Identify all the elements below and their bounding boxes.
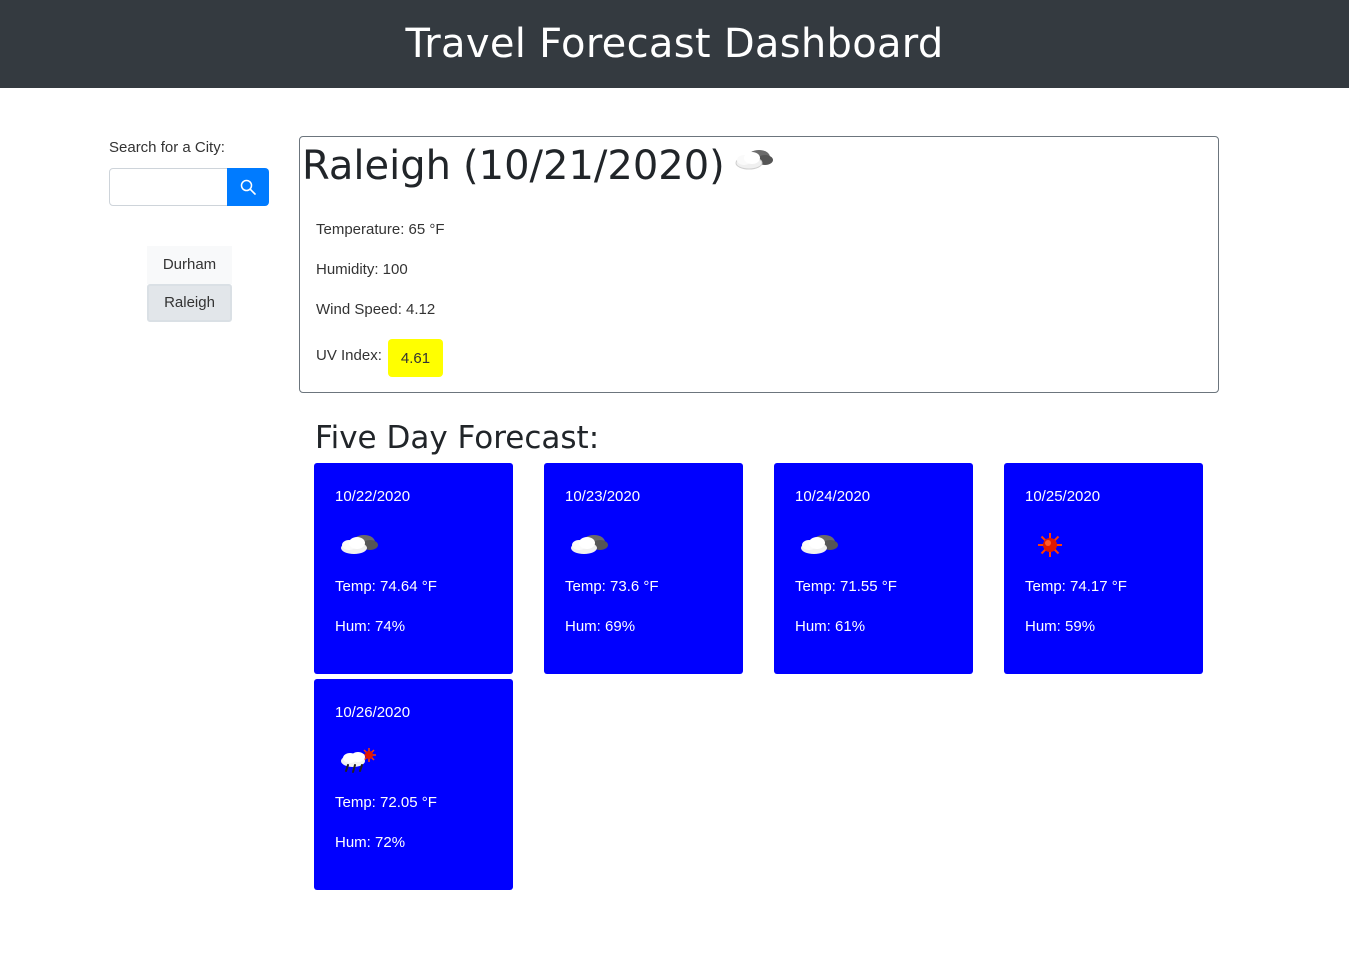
current-weather-panel: Raleigh (10/21/2020) Temperature: 65 °F … — [299, 136, 1219, 393]
forecast-card: 10/23/2020 Temp: 73.6 °F Hum: 69% — [544, 463, 743, 674]
search-icon — [240, 179, 256, 195]
current-city-name: Raleigh — [302, 143, 452, 189]
forecast-card: 10/25/2020 Temp: 74.17 °F Hum: 59% — [1004, 463, 1203, 674]
search-history-list: Durham Raleigh — [147, 246, 232, 322]
forecast-date: 10/23/2020 — [565, 488, 641, 505]
search-button[interactable] — [227, 168, 269, 206]
forecast-temp: Temp: 74.64 °F — [335, 578, 437, 595]
forecast-temp: Temp: 71.55 °F — [795, 578, 897, 595]
current-temperature: Temperature: 65 °F — [316, 221, 445, 238]
forecast-humidity: Hum: 74% — [335, 618, 406, 635]
header-bar: Travel Forecast Dashboard — [0, 0, 1349, 88]
cloudy-icon — [571, 535, 608, 554]
forecast-temp: Temp: 74.17 °F — [1025, 578, 1127, 595]
forecast-card: 10/24/2020 Temp: 71.55 °F Hum: 61% — [774, 463, 973, 674]
forecast-date: 10/22/2020 — [335, 488, 411, 505]
forecast-date: 10/25/2020 — [1025, 488, 1101, 505]
uv-index-label: UV Index: — [316, 347, 382, 364]
forecast-date: 10/26/2020 — [335, 704, 411, 721]
forecast-temp: Temp: 72.05 °F — [335, 794, 437, 811]
cloudy-icon — [735, 150, 773, 170]
page-title: Travel Forecast Dashboard — [405, 21, 944, 67]
forecast-humidity: Hum: 61% — [795, 618, 866, 635]
sun-icon — [1038, 533, 1062, 557]
current-wind-speed: Wind Speed: 4.12 — [316, 301, 436, 318]
forecast-date: 10/24/2020 — [795, 488, 871, 505]
cloudy-icon — [341, 535, 378, 554]
history-item-durham[interactable]: Durham — [147, 246, 232, 284]
forecast-humidity: Hum: 59% — [1025, 618, 1096, 635]
search-input[interactable] — [109, 168, 228, 206]
current-weather-title: Raleigh (10/21/2020) — [302, 143, 775, 189]
current-date: (10/21/2020) — [463, 143, 725, 189]
forecast-card: 10/22/2020 Temp: 74.64 °F Hum: 74% — [314, 463, 513, 674]
current-humidity: Humidity: 100 — [316, 261, 408, 278]
uv-index-badge: 4.61 — [388, 339, 443, 377]
forecast-humidity: Hum: 72% — [335, 834, 406, 851]
search-label: Search for a City: — [109, 139, 225, 156]
forecast-humidity: Hum: 69% — [565, 618, 636, 635]
forecast-title: Five Day Forecast: — [315, 420, 600, 456]
cloudy-icon — [801, 535, 838, 554]
forecast-card: 10/26/2020 Temp: 72.05 °F Hum: 72% — [314, 679, 513, 890]
rain-sun-icon — [341, 748, 376, 773]
forecast-temp: Temp: 73.6 °F — [565, 578, 659, 595]
history-item-raleigh[interactable]: Raleigh — [147, 284, 232, 322]
